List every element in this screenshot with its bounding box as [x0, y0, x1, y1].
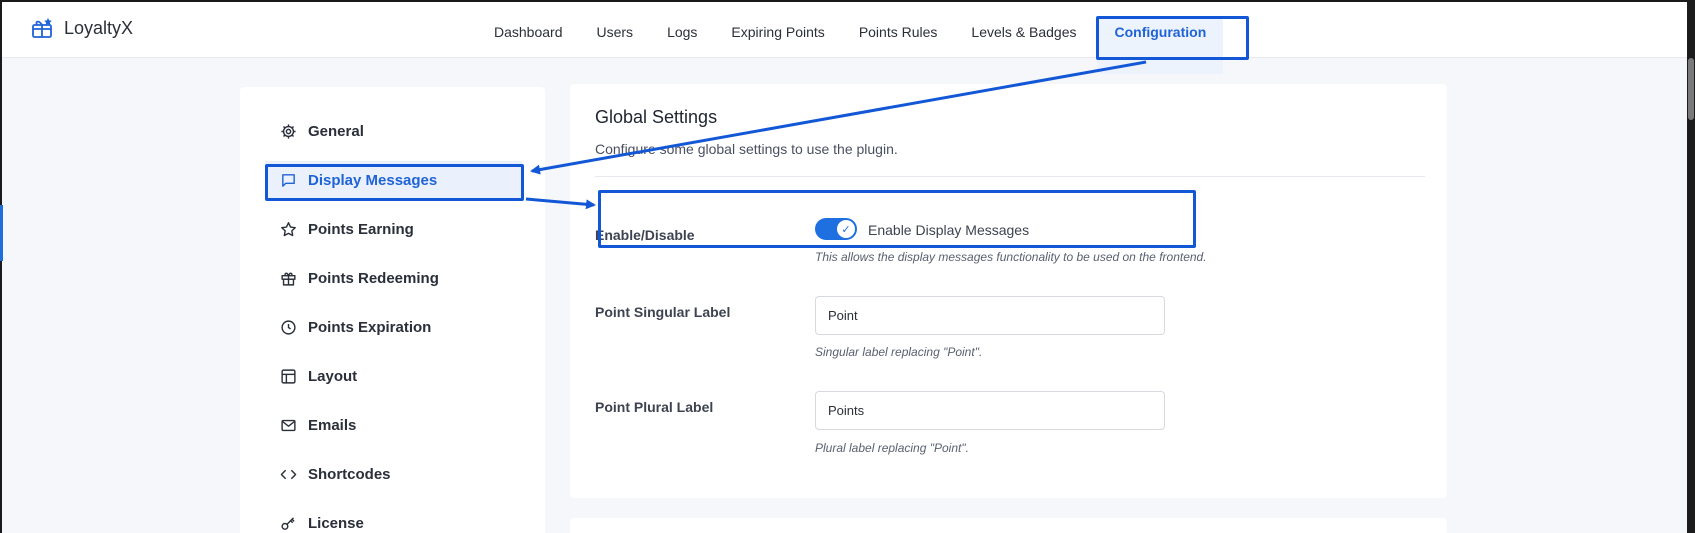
sidebar-item-license[interactable]: License — [265, 504, 522, 533]
sidebar-item-points-redeeming[interactable]: Points Redeeming — [265, 259, 522, 297]
gift-icon — [281, 272, 296, 286]
clock-icon — [281, 319, 296, 335]
enable-disable-label: Enable/Disable — [595, 227, 695, 243]
window-scrollbar-thumb[interactable] — [1688, 58, 1694, 120]
layout-icon — [281, 368, 296, 384]
next-settings-card — [570, 518, 1447, 533]
point-singular-label: Point Singular Label — [595, 304, 731, 320]
nav-levels-badges[interactable]: Levels & Badges — [954, 18, 1093, 74]
singular-help-text: Singular label replacing "Point". — [815, 345, 983, 359]
sidebar-item-label: Shortcodes — [308, 465, 391, 483]
point-singular-input[interactable] — [815, 296, 1165, 335]
gear-icon — [281, 123, 296, 139]
brand[interactable]: LoyaltyX — [30, 16, 133, 40]
sidebar-item-label: Emails — [308, 416, 357, 434]
section-divider — [595, 176, 1425, 177]
app-name: LoyaltyX — [64, 17, 134, 38]
point-plural-label: Point Plural Label — [595, 399, 714, 415]
sidebar-item-points-earning[interactable]: Points Earning — [265, 210, 522, 248]
plural-help-text: Plural label replacing "Point". — [815, 441, 969, 455]
sidebar-item-emails[interactable]: Emails — [265, 406, 522, 444]
star-icon — [281, 221, 296, 236]
main-nav: Dashboard Users Logs Expiring Points Poi… — [477, 2, 1224, 74]
nav-points-rules[interactable]: Points Rules — [842, 18, 955, 74]
nav-logs[interactable]: Logs — [650, 18, 714, 74]
page-subtitle: Configure some global settings to use th… — [595, 141, 898, 157]
sidebar-item-label: Display Messages — [308, 171, 438, 189]
enable-display-messages-toggle[interactable]: ✓ — [815, 218, 857, 240]
code-icon — [280, 469, 297, 479]
toggle-label: Enable Display Messages — [868, 222, 1030, 238]
key-icon — [281, 516, 295, 530]
nav-dashboard[interactable]: Dashboard — [477, 18, 580, 74]
message-icon — [282, 173, 295, 187]
sidebar-item-label: Points Expiration — [308, 318, 432, 336]
nav-users[interactable]: Users — [580, 18, 651, 74]
gift-logo-icon — [32, 18, 52, 38]
check-icon: ✓ — [837, 220, 855, 238]
sidebar-item-label: Points Redeeming — [308, 269, 439, 287]
edge-tab — [0, 205, 3, 261]
sidebar-item-label: General — [308, 122, 364, 140]
nav-expiring-points[interactable]: Expiring Points — [714, 18, 841, 74]
page-title: Global Settings — [595, 107, 718, 127]
sidebar-item-label: Layout — [308, 367, 358, 385]
enable-help-text: This allows the display messages functio… — [815, 250, 1207, 264]
sidebar-item-label: License — [308, 514, 364, 532]
sidebar-item-points-expiration[interactable]: Points Expiration — [265, 308, 522, 346]
sidebar-item-shortcodes[interactable]: Shortcodes — [265, 455, 522, 493]
sidebar-item-display-messages[interactable]: Display Messages — [265, 161, 522, 199]
sidebar-item-general[interactable]: General — [265, 112, 522, 150]
sidebar-item-layout[interactable]: Layout — [265, 357, 522, 395]
sidebar-item-label: Points Earning — [308, 220, 414, 238]
top-navigation-bar: LoyaltyX Dashboard Users Logs Expiring P… — [2, 2, 1687, 74]
mail-icon — [281, 419, 296, 431]
nav-configuration[interactable]: Configuration — [1097, 18, 1224, 74]
point-plural-input[interactable] — [815, 391, 1165, 430]
